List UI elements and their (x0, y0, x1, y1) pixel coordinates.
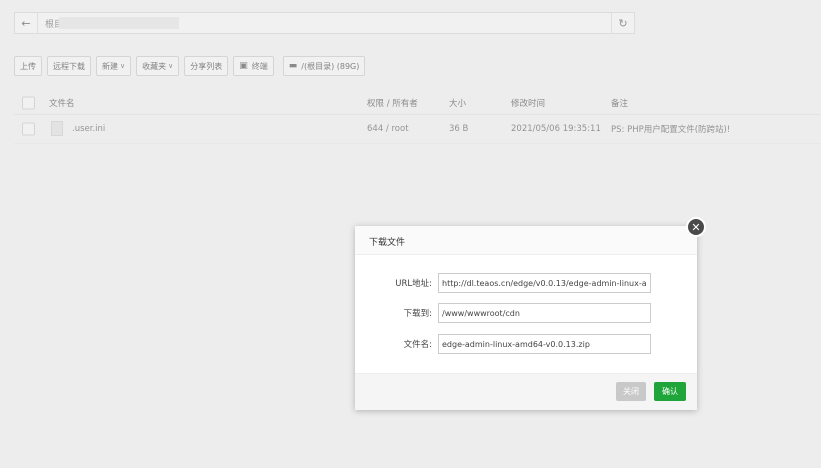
url-input[interactable] (438, 273, 651, 293)
url-row: URL地址: (355, 273, 697, 293)
close-button[interactable]: 关闭 (616, 382, 646, 401)
dialog-header: 下载文件 (355, 226, 697, 255)
save-path-label: 下载到: (403, 309, 432, 319)
filename-input[interactable] (438, 334, 651, 354)
save-path-input[interactable] (438, 303, 651, 323)
save-path-row: 下载到: (355, 303, 697, 323)
download-dialog: 下载文件 URL地址: 下载到: 文件名: 关闭 确认 (355, 226, 697, 410)
dialog-footer: 关闭 确认 (355, 373, 697, 410)
confirm-button[interactable]: 确认 (654, 382, 686, 401)
dialog-title: 下载文件 (369, 238, 406, 248)
filename-row: 文件名: (355, 334, 697, 354)
filename-label: 文件名: (403, 340, 432, 350)
url-label: URL地址: (395, 279, 432, 289)
close-icon[interactable]: ✕ (686, 217, 706, 237)
